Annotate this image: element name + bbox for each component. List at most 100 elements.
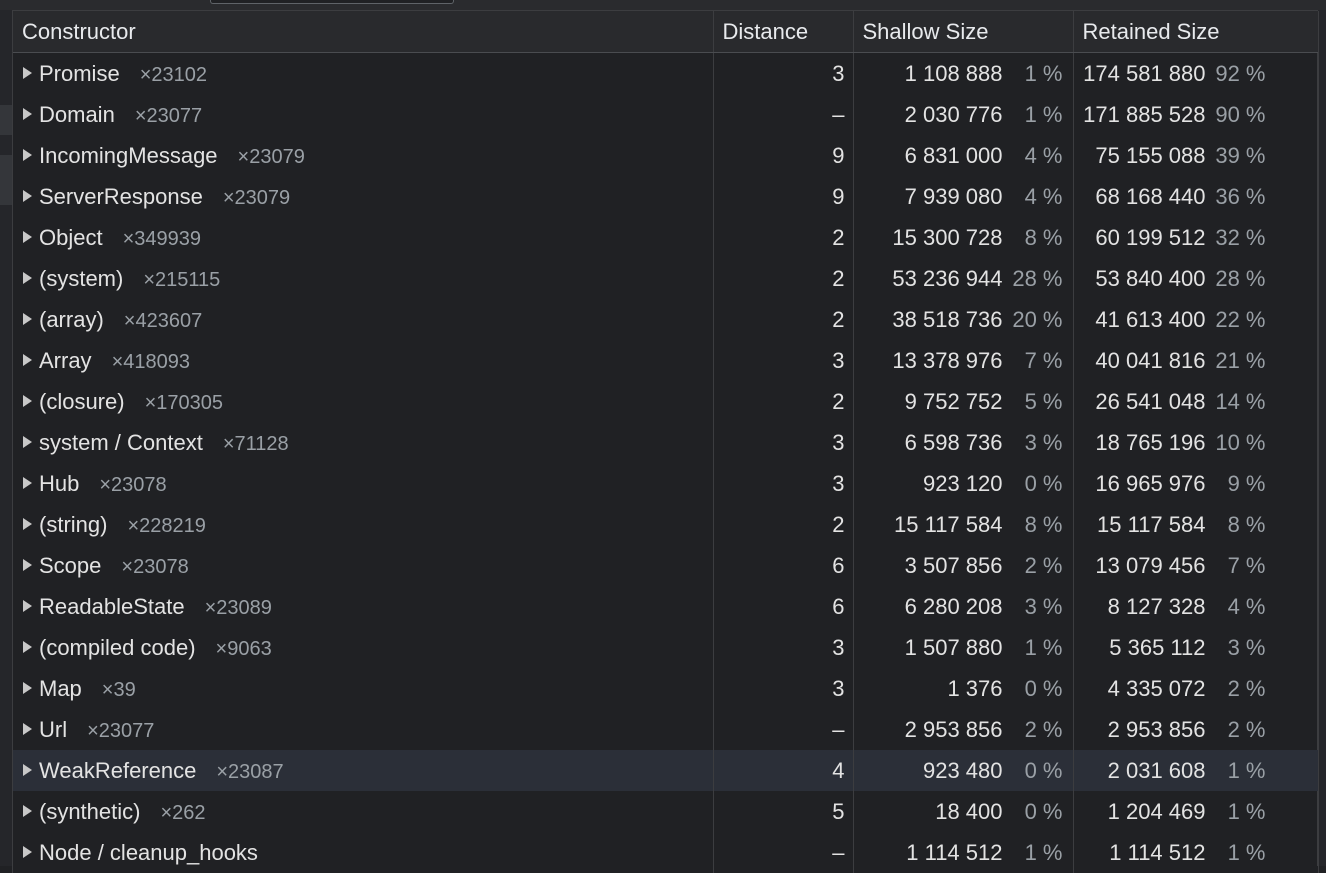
constructor-cell: Hub ×23078 xyxy=(13,463,714,504)
shallow-size-percent: 8 % xyxy=(1024,224,1063,250)
table-row[interactable]: (string) ×228219 2 15 117 584 8 % 15 117 584 8… xyxy=(13,504,1318,545)
table-row[interactable]: Hub ×23078 3 923 120 0 % 16 965 976 9 % xyxy=(13,463,1318,504)
shallow-size-percent: 1 % xyxy=(1024,101,1063,127)
expand-triangle-icon[interactable] xyxy=(23,804,32,817)
table-row[interactable]: (array) ×423607 2 38 518 736 20 % 41 613 400 2… xyxy=(13,299,1318,340)
table-row[interactable]: Domain ×23077 – 2 030 776 1 % 171 885 528 90 % xyxy=(13,94,1318,135)
shallow-size-value: 6 280 208 xyxy=(904,593,1003,619)
shallow-size-value: 3 507 856 xyxy=(904,552,1003,578)
retained-size-percent: 10 % xyxy=(1215,429,1266,455)
shallow-size-percent: 0 % xyxy=(1024,675,1063,701)
table-row[interactable]: (closure) ×170305 2 9 752 752 5 % 26 541 048 1… xyxy=(13,381,1318,422)
constructor-cell: Promise ×23102 xyxy=(13,52,714,94)
retained-size-value: 1 114 512 xyxy=(1109,839,1206,865)
gutter-marker xyxy=(0,105,12,135)
distance-cell: 4 xyxy=(713,750,854,791)
retained-size-cell: 2 953 856 2 % xyxy=(1073,709,1318,750)
shallow-size-cell: 3 507 856 2 % xyxy=(853,545,1074,586)
constructor-name: system / Context xyxy=(39,429,203,455)
shallow-size-percent: 0 % xyxy=(1024,470,1063,496)
column-header-shallow-size[interactable]: Shallow Size xyxy=(853,11,1074,53)
retained-size-value: 40 041 816 xyxy=(1095,347,1206,373)
distance-cell: 3 xyxy=(713,422,854,463)
constructor-cell: Node / cleanup_hooks xyxy=(13,832,714,873)
table-row[interactable]: Object ×349939 2 15 300 728 8 % 60 199 512 32 … xyxy=(13,217,1318,258)
distance-cell: – xyxy=(713,709,854,750)
expand-triangle-icon[interactable] xyxy=(23,722,32,735)
retained-size-percent: 28 % xyxy=(1215,265,1266,291)
expand-triangle-icon[interactable] xyxy=(23,148,32,161)
table-row[interactable]: (synthetic) ×262 5 18 400 0 % 1 204 469 1 % xyxy=(13,791,1318,832)
table-row[interactable]: Scope ×23078 6 3 507 856 2 % 13 079 456 7 % xyxy=(13,545,1318,586)
shallow-size-value: 38 518 736 xyxy=(892,306,1003,332)
column-header-retained-size[interactable]: Retained Size xyxy=(1073,11,1318,53)
table-row[interactable]: ReadableState ×23089 6 6 280 208 3 % 8 127 32… xyxy=(13,586,1318,627)
table-row[interactable]: ServerResponse ×23079 9 7 939 080 4 % 68 168 … xyxy=(13,176,1318,217)
table-row[interactable]: system / Context ×71128 3 6 598 736 3 % 18 76… xyxy=(13,422,1318,463)
instance-count: ×23078 xyxy=(121,555,189,578)
constructor-name: (closure) xyxy=(39,388,125,414)
retained-size-value: 2 953 856 xyxy=(1107,716,1206,742)
expand-triangle-icon[interactable] xyxy=(23,476,32,489)
shallow-size-cell: 13 378 976 7 % xyxy=(853,340,1074,381)
class-filter-input[interactable] xyxy=(210,0,454,4)
expand-triangle-icon[interactable] xyxy=(23,394,32,407)
shallow-size-cell: 15 117 584 8 % xyxy=(853,504,1074,545)
retained-size-value: 75 155 088 xyxy=(1095,142,1206,168)
expand-triangle-icon[interactable] xyxy=(23,640,32,653)
retained-size-percent: 9 % xyxy=(1227,470,1266,496)
shallow-size-percent: 4 % xyxy=(1024,183,1063,209)
expand-triangle-icon[interactable] xyxy=(23,189,32,202)
table-row[interactable]: (compiled code) ×9063 3 1 507 880 1 % 5 365 1… xyxy=(13,627,1318,668)
heap-snapshot-grid: Constructor Distance Shallow Size Retain… xyxy=(12,11,1319,873)
shallow-size-value: 53 236 944 xyxy=(892,265,1003,291)
expand-triangle-icon[interactable] xyxy=(23,107,32,120)
expand-triangle-icon[interactable] xyxy=(23,353,32,366)
distance-cell: 6 xyxy=(713,586,854,627)
retained-size-percent: 2 % xyxy=(1227,716,1266,742)
retained-size-percent: 7 % xyxy=(1227,552,1266,578)
toolbar xyxy=(0,0,1326,11)
table-row[interactable]: Promise ×23102 3 1 108 888 1 % 174 581 880 92 … xyxy=(13,52,1318,94)
constructor-cell: ReadableState ×23089 xyxy=(13,586,714,627)
constructor-cell: Domain ×23077 xyxy=(13,94,714,135)
expand-triangle-icon[interactable] xyxy=(23,66,32,79)
distance-cell: 6 xyxy=(713,545,854,586)
shallow-size-percent: 2 % xyxy=(1024,552,1063,578)
table-row[interactable]: IncomingMessage ×23079 9 6 831 000 4 % 75 155… xyxy=(13,135,1318,176)
retained-size-percent: 21 % xyxy=(1215,347,1266,373)
instance-count: ×23087 xyxy=(216,760,284,783)
table-row[interactable]: (system) ×215115 2 53 236 944 28 % 53 840 400… xyxy=(13,258,1318,299)
expand-triangle-icon[interactable] xyxy=(23,271,32,284)
expand-triangle-icon[interactable] xyxy=(23,558,32,571)
shallow-size-value: 923 480 xyxy=(922,757,1003,783)
table-row[interactable]: Map ×39 3 1 376 0 % 4 335 072 2 % xyxy=(13,668,1318,709)
distance-cell: 3 xyxy=(713,668,854,709)
expand-triangle-icon[interactable] xyxy=(23,230,32,243)
expand-triangle-icon[interactable] xyxy=(23,599,32,612)
shallow-size-percent: 4 % xyxy=(1024,142,1063,168)
expand-triangle-icon[interactable] xyxy=(23,517,32,530)
retained-size-cell: 8 127 328 4 % xyxy=(1073,586,1318,627)
retained-size-value: 13 079 456 xyxy=(1095,552,1206,578)
expand-triangle-icon[interactable] xyxy=(23,435,32,448)
scrollbar-stub[interactable] xyxy=(1320,50,1325,76)
table-row[interactable]: Node / cleanup_hooks –1 114 512 1 % 1 114 5… xyxy=(13,832,1318,873)
column-header-constructor[interactable]: Constructor xyxy=(13,11,714,53)
retained-size-cell: 5 365 112 3 % xyxy=(1073,627,1318,668)
table-row[interactable]: Array ×418093 3 13 378 976 7 % 40 041 816 21 % xyxy=(13,340,1318,381)
constructor-cell: system / Context ×71128 xyxy=(13,422,714,463)
expand-triangle-icon[interactable] xyxy=(23,845,32,858)
table-row[interactable]: WeakReference ×23087 4 923 480 0 % 2 031 608 1… xyxy=(13,750,1318,791)
retained-size-value: 5 365 112 xyxy=(1109,634,1206,660)
shallow-size-cell: 15 300 728 8 % xyxy=(853,217,1074,258)
expand-triangle-icon[interactable] xyxy=(23,763,32,776)
shallow-size-value: 1 376 xyxy=(947,675,1003,701)
table-row[interactable]: Url ×23077 – 2 953 856 2 % 2 953 856 2 % xyxy=(13,709,1318,750)
constructor-name: Url xyxy=(39,716,68,742)
column-header-distance[interactable]: Distance xyxy=(713,11,854,53)
expand-triangle-icon[interactable] xyxy=(23,681,32,694)
expand-triangle-icon[interactable] xyxy=(23,312,32,325)
instance-count: ×23102 xyxy=(139,63,207,86)
retained-size-percent: 8 % xyxy=(1227,511,1266,537)
